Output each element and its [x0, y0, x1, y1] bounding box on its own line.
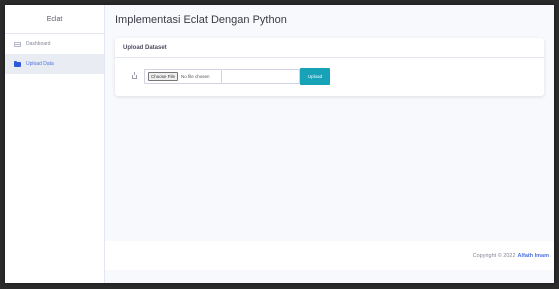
footer-copyright: Copyright © 2022 — [472, 252, 516, 259]
upload-form: Choose File No file chosen Upload — [124, 68, 534, 85]
file-status: No file chosen — [181, 74, 210, 79]
upload-icon-addon — [124, 68, 144, 85]
upload-icon — [131, 71, 137, 79]
sidebar-brand[interactable]: Eclat — [5, 5, 104, 34]
page-title: Implementasi Eclat Dengan Python — [115, 14, 287, 26]
main-content: Implementasi Eclat Dengan Python Upload … — [105, 5, 554, 283]
sidebar-item-label: Upload Data — [26, 61, 54, 67]
upload-card: Upload Dataset Choose File No file chose… — [115, 38, 544, 96]
file-path-field[interactable] — [222, 69, 300, 84]
footer-author-link[interactable]: Alfath Imam — [518, 253, 549, 259]
sidebar-item-label: Dashboard — [26, 41, 51, 47]
sidebar-item-dashboard[interactable]: Dashboard — [5, 34, 104, 54]
card-header: Upload Dataset — [115, 38, 544, 58]
folder-icon — [14, 60, 21, 67]
dashboard-icon — [14, 41, 21, 47]
footer: Copyright © 2022 Alfath Imam — [105, 241, 554, 270]
file-input[interactable]: Choose File No file chosen — [144, 69, 222, 84]
sidebar: Eclat Dashboard Upload Data — [5, 5, 105, 283]
sidebar-item-upload-data[interactable]: Upload Data — [5, 54, 104, 74]
upload-button[interactable]: Upload — [300, 68, 330, 85]
choose-file-button[interactable]: Choose File — [148, 72, 179, 81]
app-window: Eclat Dashboard Upload Data Implementasi… — [5, 5, 554, 283]
